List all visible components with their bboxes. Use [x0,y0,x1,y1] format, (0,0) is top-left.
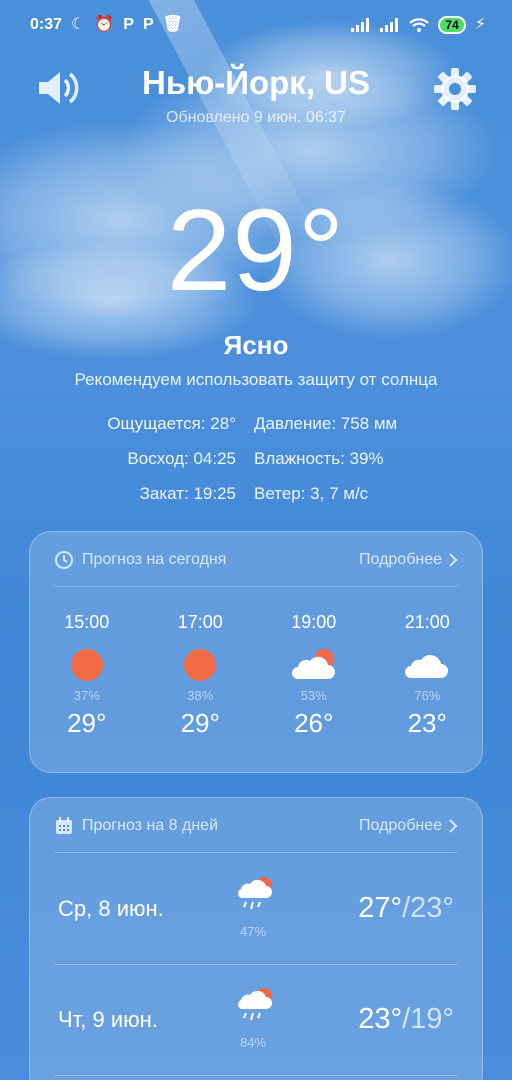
hour-precip: 37% [73,688,100,703]
daily-forecast-title: Прогноз на 8 дней [82,817,218,834]
battery-indicator: 74 [438,16,466,34]
cloud-icon [405,655,449,678]
today-forecast-title: Прогноз на сегодня [82,551,227,568]
chevron-right-icon [449,553,458,567]
sun-icon [184,649,217,681]
hour-item: 19:00 53% 26° [257,612,371,739]
clock-text: 0:37 [30,16,63,33]
today-more-link[interactable]: Подробнее [359,551,458,569]
hour-temp: 23° [407,708,447,738]
parking-icon: P [142,16,154,33]
alarm-icon: ⏰ [94,16,115,33]
charging-icon: ⚡ [474,16,486,33]
hour-item: 21:00 76% 23° [371,612,485,739]
day-name: Ср, 8 июн. [58,896,164,921]
trash-icon: 🗑 [162,16,183,33]
today-forecast-card[interactable]: Прогноз на сегодня Подробнее 15:00 37% 2… [29,531,483,773]
day-temp-range: 27°/23° [358,892,454,925]
calendar-icon [56,817,72,834]
sunrise: Восход: 04:25 [127,449,236,468]
hour-precip: 53% [300,688,327,703]
day-high: 23° [358,1003,403,1035]
day-temp-range: 23°/19° [358,1003,454,1036]
hourly-forecast: 15:00 37% 29° 17:00 38% 29° 19:00 53% 26… [30,612,484,739]
rain-sun-icon [238,988,272,1021]
signal-icon [351,18,370,32]
day-precip: 84% [240,1035,267,1050]
weather-condition: Ясно [223,330,289,360]
daily-forecast-card[interactable]: Прогноз на 8 дней Подробнее Ср, 8 июн. 4… [29,797,483,1080]
hour-temp: 29° [180,708,220,738]
day-low: /19° [402,1003,454,1035]
day-precip: 47% [240,924,267,939]
header: Нью-Йорк, US Обновлено 9 июн. 06:37 [0,58,512,138]
parking-icon: P [123,16,134,33]
hour-temp: 26° [294,708,334,738]
hour-item: 17:00 38% 29° [144,612,258,739]
daily-more-link[interactable]: Подробнее [359,817,458,835]
pressure: Давление: 758 мм [254,414,398,433]
day-low: /23° [402,892,454,924]
sun-icon [70,649,103,681]
weather-advice: Рекомендуем использовать защиту от солнц… [74,370,438,389]
wind: Ветер: 3, 7 м/с [254,484,369,503]
more-label: Подробнее [359,817,442,834]
hour-item: 15:00 37% 29° [30,612,144,739]
clock-icon [55,551,73,569]
sunset: Закат: 19:25 [139,484,236,503]
wifi-icon [409,18,430,32]
hour-precip: 38% [187,688,214,703]
status-bar: 0:37 ☾ ⏰ P P 🗑 74 ⚡ [0,0,512,50]
gear-icon[interactable] [432,66,478,112]
day-name: Чт, 9 июн. [58,1007,158,1032]
hour-temp: 29° [67,708,107,738]
hour-time: 21:00 [404,612,450,632]
humidity: Влажность: 39% [254,449,384,468]
partly-cloudy-icon [291,649,335,679]
current-temperature: 29° [166,185,346,315]
hour-time: 19:00 [291,612,337,632]
feels-like: Ощущается: 28° [107,414,236,433]
signal-icon [380,18,399,32]
day-high: 27° [358,892,403,924]
weather-details: Ощущается: 28° Давление: 758 мм Восход: … [0,414,512,519]
hour-time: 15:00 [64,612,110,632]
chevron-right-icon [449,819,458,833]
hour-time: 17:00 [177,612,223,632]
hour-precip: 76% [414,688,441,703]
rain-sun-icon [238,877,272,910]
more-label: Подробнее [359,551,442,568]
day-row[interactable]: Ср, 8 июн. 47% 27°/23° [54,854,458,964]
moon-icon: ☾ [71,16,86,33]
day-row[interactable]: Чт, 9 июн. 84% 23°/19° [54,965,458,1075]
